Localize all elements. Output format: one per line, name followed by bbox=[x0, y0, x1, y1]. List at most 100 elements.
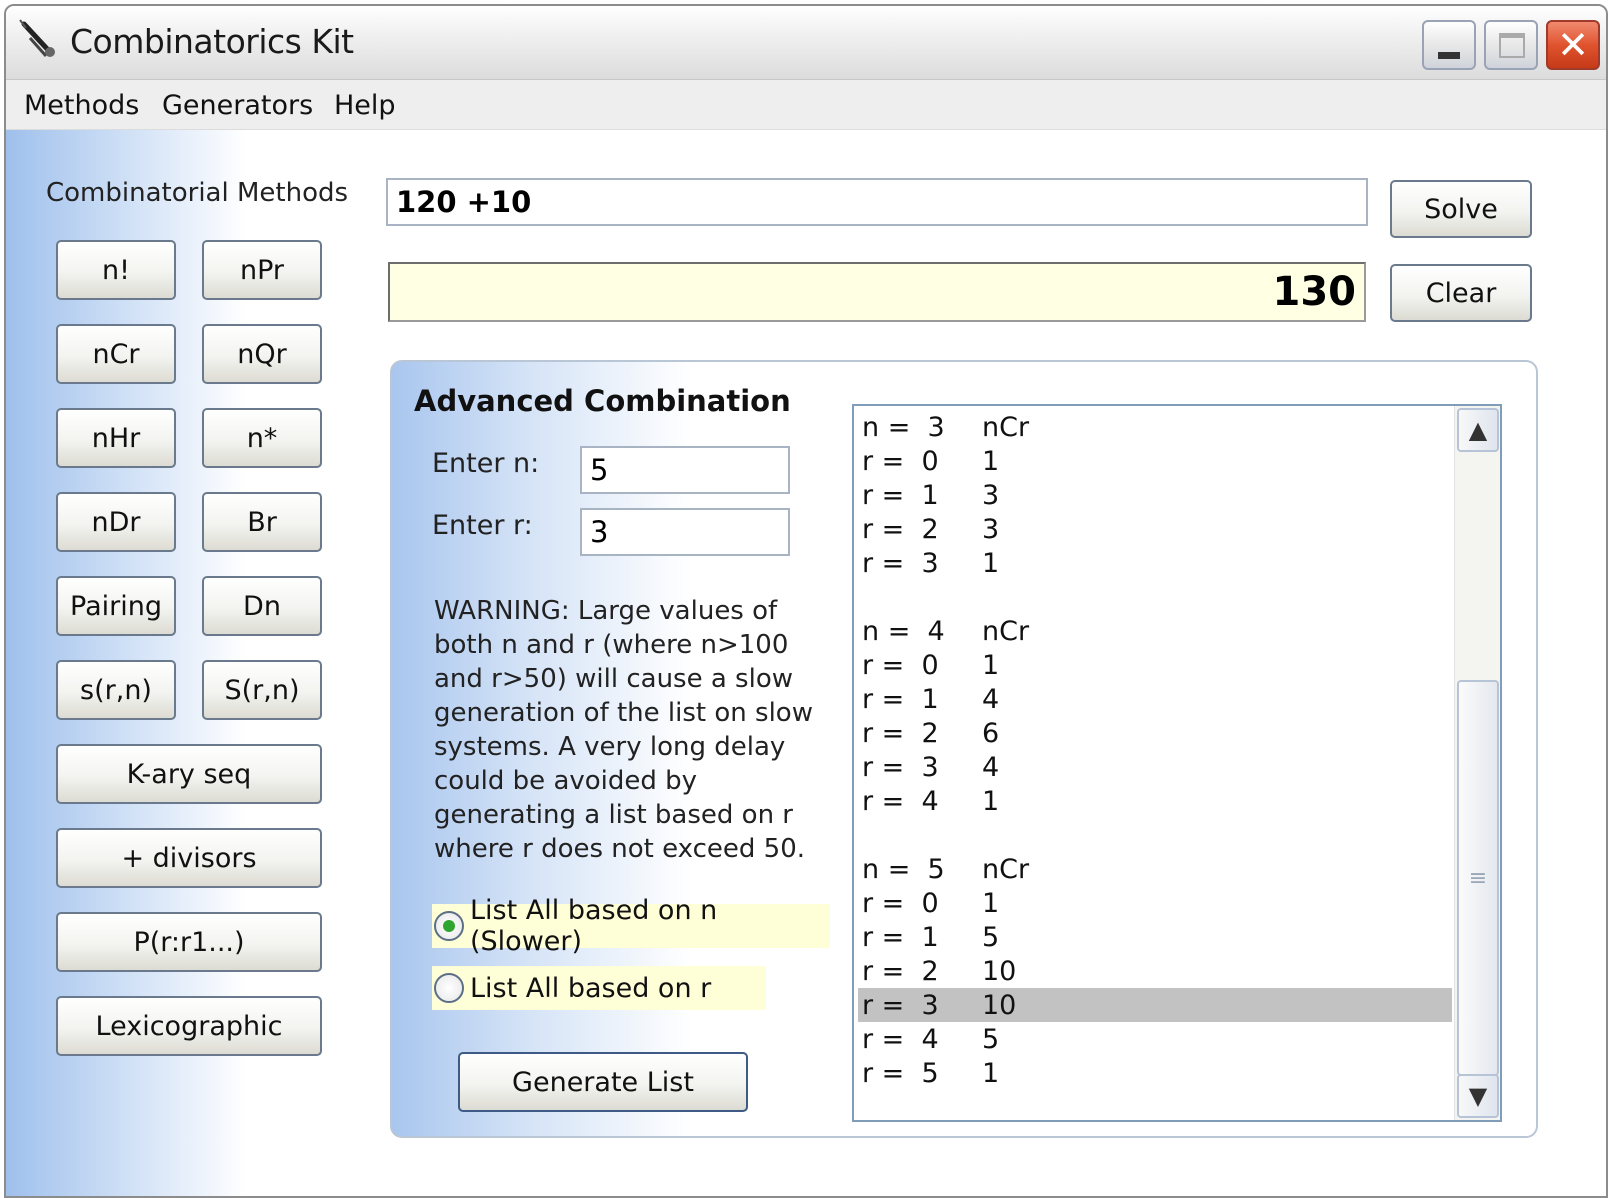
solve-button[interactable]: Solve bbox=[1390, 180, 1532, 238]
list-item-label: r = 2 bbox=[862, 718, 939, 749]
lexicographic-button[interactable]: Lexicographic bbox=[56, 996, 322, 1056]
expression-input[interactable]: 120 +10 bbox=[386, 178, 1368, 226]
ndr-button[interactable]: nDr bbox=[56, 492, 176, 552]
list-item[interactable]: r = 4 1 bbox=[858, 784, 1452, 818]
factorial-button[interactable]: n! bbox=[56, 240, 176, 300]
generate-list-button[interactable]: Generate List bbox=[458, 1052, 748, 1112]
r-input[interactable]: 3 bbox=[580, 508, 790, 556]
grip-icon: ≡ bbox=[1468, 865, 1488, 891]
menu-generators[interactable]: Generators bbox=[162, 90, 313, 121]
divisors-button[interactable]: + divisors bbox=[56, 828, 322, 888]
app-window: Combinatorics Kit ✕ Methods Generators H… bbox=[4, 4, 1608, 1198]
list-item-value: 1 bbox=[982, 446, 1000, 477]
permutation-button[interactable]: nPr bbox=[202, 240, 322, 300]
list-item-label: r = 3 bbox=[862, 548, 939, 579]
list-item[interactable] bbox=[858, 580, 1452, 614]
combination-listbox[interactable]: n = 3 nCr r = 0 1 r = 1 3 r = 2 3 r = 3 1 n = 4 nCr… bbox=[852, 404, 1502, 1122]
list-item-value: nCr bbox=[982, 412, 1030, 443]
compass-icon bbox=[19, 19, 55, 57]
radio-list-by-r[interactable]: List All based on r bbox=[432, 966, 766, 1010]
nqr-button[interactable]: nQr bbox=[202, 324, 322, 384]
list-item[interactable]: n = 3 nCr bbox=[858, 410, 1452, 444]
list-item-value: 6 bbox=[982, 718, 1000, 749]
list-item-value: 1 bbox=[982, 786, 1000, 817]
list-item[interactable]: r = 3 1 bbox=[858, 546, 1452, 580]
list-item-value: 1 bbox=[982, 650, 1000, 681]
list-item-value: 5 bbox=[982, 1024, 1000, 1055]
close-icon: ✕ bbox=[1557, 23, 1589, 67]
list-item-label: r = 4 bbox=[862, 1024, 939, 1055]
list-item-label: r = 3 bbox=[862, 752, 939, 783]
close-button[interactable]: ✕ bbox=[1546, 20, 1600, 70]
list-item-label: r = 0 bbox=[862, 446, 939, 477]
list-item[interactable]: r = 0 1 bbox=[858, 444, 1452, 478]
scroll-up-button[interactable]: ▲ bbox=[1457, 408, 1499, 452]
pairing-button[interactable]: Pairing bbox=[56, 576, 176, 636]
list-item-value: 5 bbox=[982, 922, 1000, 953]
list-item[interactable]: r = 2 3 bbox=[858, 512, 1452, 546]
list-item-value: nCr bbox=[982, 854, 1030, 885]
list-item[interactable]: r = 5 1 bbox=[858, 1056, 1452, 1090]
list-item-value: 4 bbox=[982, 684, 1000, 715]
list-item[interactable] bbox=[858, 818, 1452, 852]
list-item[interactable]: r = 3 10 bbox=[858, 988, 1452, 1022]
br-button[interactable]: Br bbox=[202, 492, 322, 552]
list-item[interactable]: r = 2 6 bbox=[858, 716, 1452, 750]
list-item-value: 1 bbox=[982, 888, 1000, 919]
list-item[interactable]: r = 3 4 bbox=[858, 750, 1452, 784]
minimize-button[interactable] bbox=[1422, 20, 1476, 70]
title-bar[interactable]: Combinatorics Kit ✕ bbox=[6, 6, 1606, 80]
scroll-down-button[interactable]: ▼ bbox=[1457, 1074, 1499, 1118]
r-label: Enter r: bbox=[432, 510, 533, 541]
nhr-button[interactable]: nHr bbox=[56, 408, 176, 468]
window-title: Combinatorics Kit bbox=[70, 22, 354, 61]
advanced-combination-panel: Advanced Combination Enter n: 5 Enter r:… bbox=[390, 360, 1538, 1138]
list-item-label: r = 0 bbox=[862, 888, 939, 919]
list-item[interactable]: r = 0 1 bbox=[858, 886, 1452, 920]
list-item-label: r = 2 bbox=[862, 956, 939, 987]
radio-r-label: List All based on r bbox=[470, 972, 712, 1004]
dn-button[interactable]: Dn bbox=[202, 576, 322, 636]
maximize-button[interactable] bbox=[1484, 20, 1538, 70]
list-item-label: n = 4 bbox=[862, 616, 945, 647]
radio-button-n[interactable] bbox=[434, 911, 464, 941]
list-item[interactable]: r = 1 5 bbox=[858, 920, 1452, 954]
combination-button[interactable]: nCr bbox=[56, 324, 176, 384]
list-item-value: 3 bbox=[982, 480, 1000, 511]
list-item[interactable]: r = 2 10 bbox=[858, 954, 1452, 988]
scroll-thumb[interactable]: ≡ bbox=[1457, 680, 1499, 1076]
partition-button[interactable]: P(r:r1...) bbox=[56, 912, 322, 972]
list-item-label: n = 5 bbox=[862, 854, 945, 885]
list-item[interactable]: r = 0 1 bbox=[858, 648, 1452, 682]
n-label: Enter n: bbox=[432, 448, 540, 479]
radio-button-r[interactable] bbox=[434, 973, 464, 1003]
list-item-label: r = 3 bbox=[862, 990, 939, 1021]
list-item[interactable]: r = 4 5 bbox=[858, 1022, 1452, 1056]
menu-methods[interactable]: Methods bbox=[24, 90, 139, 121]
list-item-label: r = 1 bbox=[862, 480, 939, 511]
list-scrollbar[interactable]: ▲ ≡ ▼ bbox=[1454, 406, 1500, 1120]
panel-title: Advanced Combination bbox=[414, 384, 791, 418]
stirling-first-button[interactable]: s(r,n) bbox=[56, 660, 176, 720]
minimize-icon bbox=[1438, 52, 1460, 59]
list-item-value: 10 bbox=[982, 990, 1017, 1021]
k-ary-seq-button[interactable]: K-ary seq bbox=[56, 744, 322, 804]
list-item-label: r = 4 bbox=[862, 786, 939, 817]
maximize-icon bbox=[1499, 33, 1525, 58]
stirling-second-button[interactable]: S(r,n) bbox=[202, 660, 322, 720]
warning-text: WARNING: Large values of both n and r (w… bbox=[434, 596, 813, 864]
list-item[interactable]: n = 5 nCr bbox=[858, 852, 1452, 886]
list-item-value: 4 bbox=[982, 752, 1000, 783]
list-item[interactable]: r = 1 4 bbox=[858, 682, 1452, 716]
n-input[interactable]: 5 bbox=[580, 446, 790, 494]
list-item[interactable]: n = 4 nCr bbox=[858, 614, 1452, 648]
list-item-label: r = 0 bbox=[862, 650, 939, 681]
clear-button[interactable]: Clear bbox=[1390, 264, 1532, 322]
list-item[interactable]: r = 1 3 bbox=[858, 478, 1452, 512]
result-display: 130 bbox=[388, 262, 1366, 322]
radio-list-by-n[interactable]: List All based on n (Slower) bbox=[432, 895, 830, 957]
client-area: Combinatorial Methods n! nPr nCr nQr nHr… bbox=[6, 130, 1606, 1196]
n-star-button[interactable]: n* bbox=[202, 408, 322, 468]
radio-n-label: List All based on n (Slower) bbox=[470, 895, 718, 957]
menu-help[interactable]: Help bbox=[334, 90, 396, 121]
